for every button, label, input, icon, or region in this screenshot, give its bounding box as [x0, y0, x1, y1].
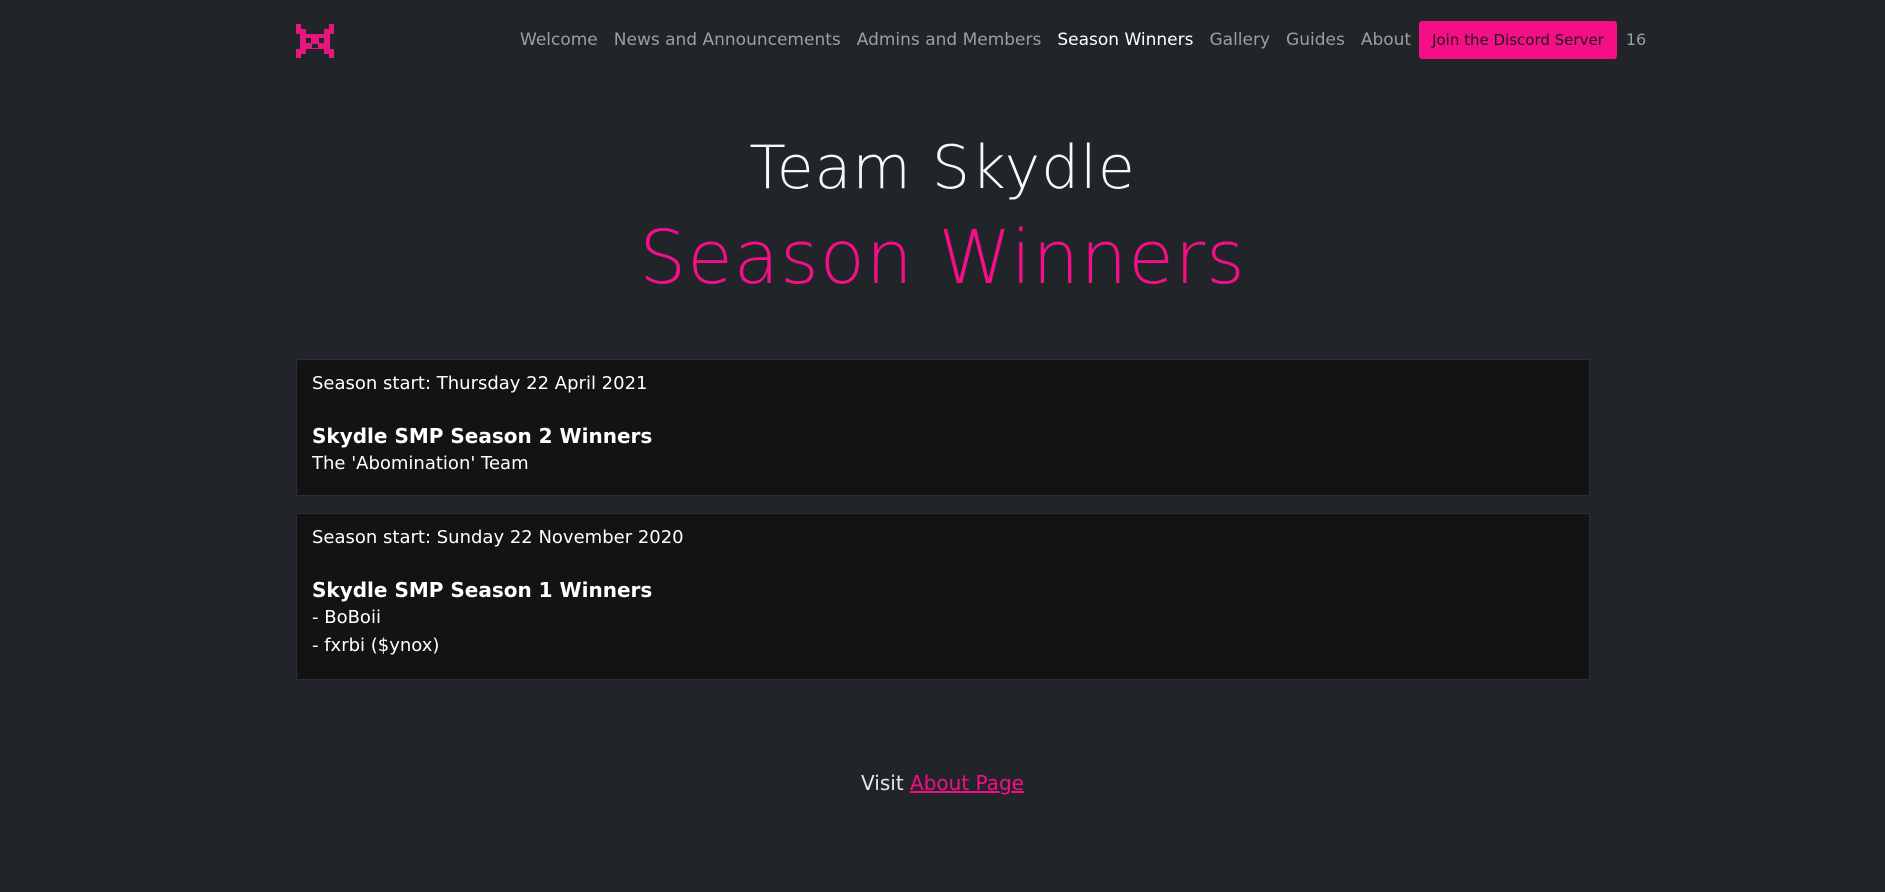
member-count: 16	[1625, 30, 1647, 49]
season-title: Skydle SMP Season 1 Winners	[312, 578, 653, 602]
page-title: Team Skydle	[749, 133, 1136, 203]
page-subtitle: Season Winners	[639, 215, 1246, 301]
season-card: Season start: Sunday 22 November 2020 Sk…	[296, 513, 1590, 680]
nav-link-guides[interactable]: Guides	[1278, 20, 1353, 60]
season-start-date: Season start: Sunday 22 November 2020	[312, 527, 684, 548]
season-winner: - BoBoii	[312, 607, 381, 628]
about-page-link[interactable]: About Page	[910, 771, 1024, 795]
pixel-creature-logo-icon[interactable]	[296, 24, 334, 58]
season-card: Season start: Thursday 22 April 2021 Sky…	[296, 359, 1590, 496]
navbar: Welcome News and Announcements Admins an…	[0, 0, 1885, 80]
nav-link-news[interactable]: News and Announcements	[606, 20, 849, 60]
season-start-date: Season start: Thursday 22 April 2021	[312, 373, 648, 394]
nav-link-welcome[interactable]: Welcome	[512, 20, 606, 60]
nav-link-gallery[interactable]: Gallery	[1201, 20, 1278, 60]
season-winner: The 'Abomination' Team	[312, 453, 529, 474]
nav-link-about[interactable]: About	[1353, 20, 1419, 60]
nav-links: Welcome News and Announcements Admins an…	[512, 20, 1646, 60]
footer: Visit About Page	[0, 768, 1885, 798]
footer-prefix: Visit	[861, 771, 911, 795]
season-title: Skydle SMP Season 2 Winners	[312, 424, 653, 448]
nav-link-admins[interactable]: Admins and Members	[849, 20, 1050, 60]
season-winner: - fxrbi ($ynox)	[312, 635, 440, 656]
nav-link-season-winners[interactable]: Season Winners	[1049, 20, 1201, 60]
discord-button[interactable]: Join the Discord Server	[1419, 21, 1617, 59]
